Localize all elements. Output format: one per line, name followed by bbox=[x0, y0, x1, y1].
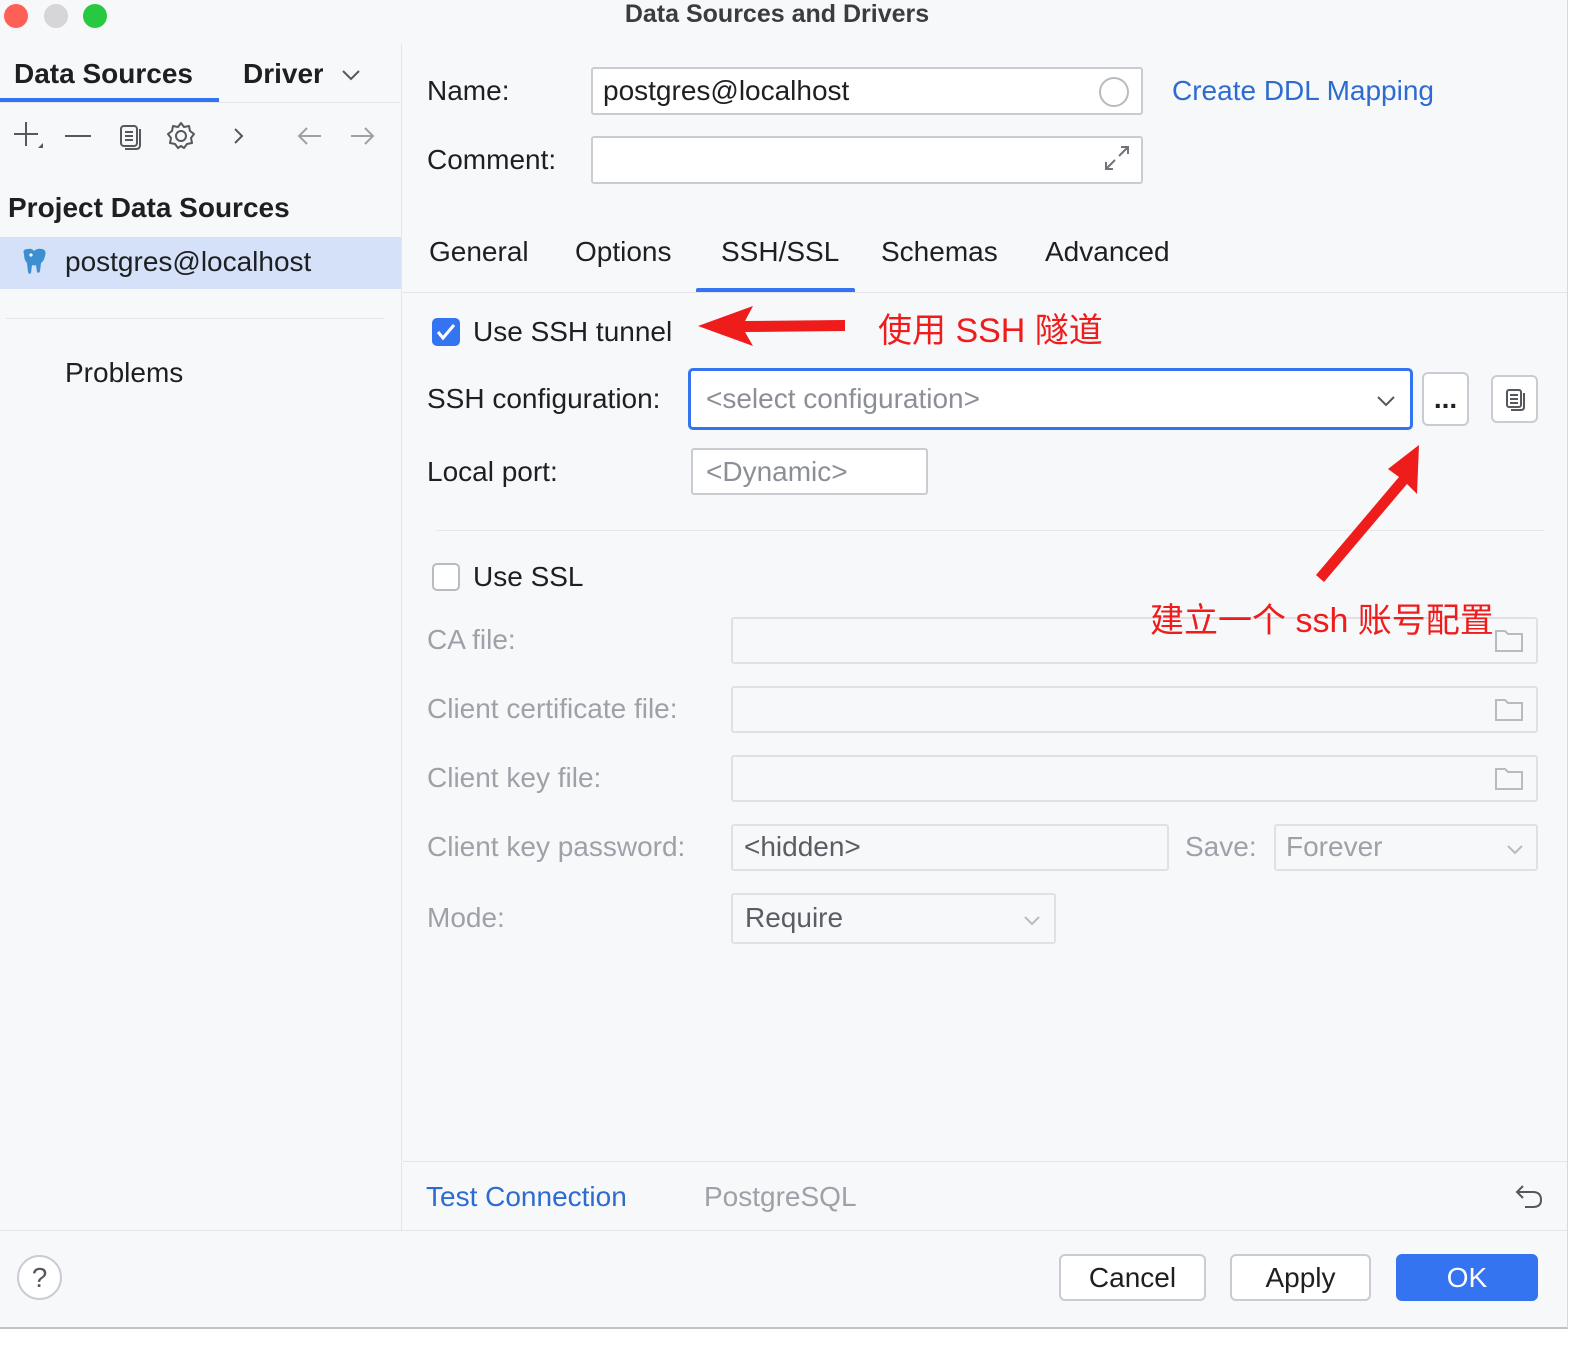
chevron-right-icon[interactable] bbox=[220, 118, 256, 154]
gear-icon[interactable] bbox=[163, 118, 199, 154]
folder-icon[interactable] bbox=[1494, 627, 1524, 658]
revert-icon[interactable] bbox=[1513, 1180, 1545, 1217]
folder-icon[interactable] bbox=[1494, 696, 1524, 727]
copy-config-button[interactable] bbox=[1491, 375, 1538, 423]
chevron-down-icon bbox=[1021, 909, 1043, 936]
copy-icon bbox=[1505, 389, 1525, 411]
ssh-config-placeholder: <select configuration> bbox=[706, 383, 980, 414]
annotation-arrow-up bbox=[1312, 442, 1427, 592]
local-port-label: Local port: bbox=[427, 456, 558, 487]
local-port-placeholder: <Dynamic> bbox=[706, 456, 848, 487]
chevron-down-icon[interactable] bbox=[340, 64, 362, 91]
divider bbox=[0, 102, 400, 103]
annotation-arrow-left bbox=[695, 304, 850, 353]
comment-label: Comment: bbox=[427, 144, 557, 175]
tab-data-sources[interactable]: Data Sources bbox=[14, 58, 193, 90]
ca-file-label: CA file: bbox=[427, 624, 516, 655]
divider bbox=[403, 292, 1567, 293]
driver-link[interactable]: PostgreSQL bbox=[704, 1181, 857, 1213]
window-title: Data Sources and Drivers bbox=[624, 0, 930, 28]
client-key-label: Client key file: bbox=[427, 762, 602, 793]
mode-label: Mode: bbox=[427, 902, 505, 933]
ssh-config-more-button[interactable]: ... bbox=[1422, 372, 1469, 426]
tab-ssh-ssl[interactable]: SSH/SSL bbox=[721, 236, 839, 268]
chevron-down-icon bbox=[1375, 390, 1397, 417]
client-key-password-label: Client key password: bbox=[427, 831, 686, 862]
use-ssh-tunnel-checkbox[interactable] bbox=[432, 318, 460, 346]
test-connection-link[interactable]: Test Connection bbox=[426, 1181, 627, 1213]
duplicate-icon[interactable] bbox=[112, 118, 148, 154]
add-icon[interactable] bbox=[10, 118, 46, 154]
client-cert-label: Client certificate file: bbox=[427, 693, 678, 724]
data-source-label: postgres@localhost bbox=[65, 246, 312, 277]
name-label: Name: bbox=[427, 75, 510, 106]
problems-item[interactable]: Problems bbox=[65, 357, 183, 389]
mode-value: Require bbox=[745, 902, 844, 933]
expand-icon[interactable] bbox=[1103, 144, 1131, 177]
tab-options[interactable]: Options bbox=[575, 236, 672, 268]
tab-schemas[interactable]: Schemas bbox=[881, 236, 998, 268]
name-value: postgres@localhost bbox=[603, 75, 850, 106]
chevron-down-icon bbox=[1504, 838, 1526, 865]
use-ssh-tunnel-label: Use SSH tunnel bbox=[473, 316, 673, 347]
use-ssl-label: Use SSL bbox=[473, 561, 584, 592]
project-data-sources-heading: Project Data Sources bbox=[8, 192, 290, 223]
divider bbox=[403, 1161, 1567, 1162]
tab-drivers[interactable]: Driver bbox=[243, 58, 323, 90]
forward-arrow-icon[interactable] bbox=[344, 118, 380, 154]
save-value: Forever bbox=[1286, 831, 1383, 862]
create-ddl-mapping-link[interactable]: Create DDL Mapping bbox=[1172, 75, 1434, 107]
postgresql-elephant-icon bbox=[18, 246, 50, 283]
folder-icon[interactable] bbox=[1494, 765, 1524, 796]
client-cert-field[interactable] bbox=[731, 686, 1538, 733]
data-sources-dialog: Data Sources and Drivers Data Sources Dr… bbox=[0, 0, 1568, 1329]
annotation-config-note: 建立一个 ssh 账号配置 bbox=[1150, 602, 1494, 640]
help-button[interactable]: ? bbox=[17, 1255, 62, 1300]
ssh-config-label: SSH configuration: bbox=[427, 383, 661, 414]
remove-icon[interactable] bbox=[60, 118, 96, 154]
client-key-password-value: <hidden> bbox=[744, 831, 861, 862]
back-arrow-icon[interactable] bbox=[292, 118, 328, 154]
cancel-button[interactable]: Cancel bbox=[1059, 1254, 1206, 1301]
divider bbox=[6, 318, 384, 319]
ok-button[interactable]: OK bbox=[1396, 1254, 1538, 1301]
use-ssl-checkbox[interactable] bbox=[432, 563, 460, 591]
tab-general[interactable]: General bbox=[429, 236, 529, 268]
color-picker-icon[interactable] bbox=[1099, 77, 1129, 107]
annotation-tunnel-note: 使用 SSH 隧道 bbox=[878, 312, 1103, 350]
apply-button[interactable]: Apply bbox=[1230, 1254, 1371, 1301]
tab-advanced[interactable]: Advanced bbox=[1045, 236, 1170, 268]
comment-field[interactable] bbox=[591, 136, 1143, 184]
save-label: Save: bbox=[1185, 831, 1257, 862]
divider bbox=[0, 1230, 1567, 1231]
client-key-field[interactable] bbox=[731, 755, 1538, 802]
